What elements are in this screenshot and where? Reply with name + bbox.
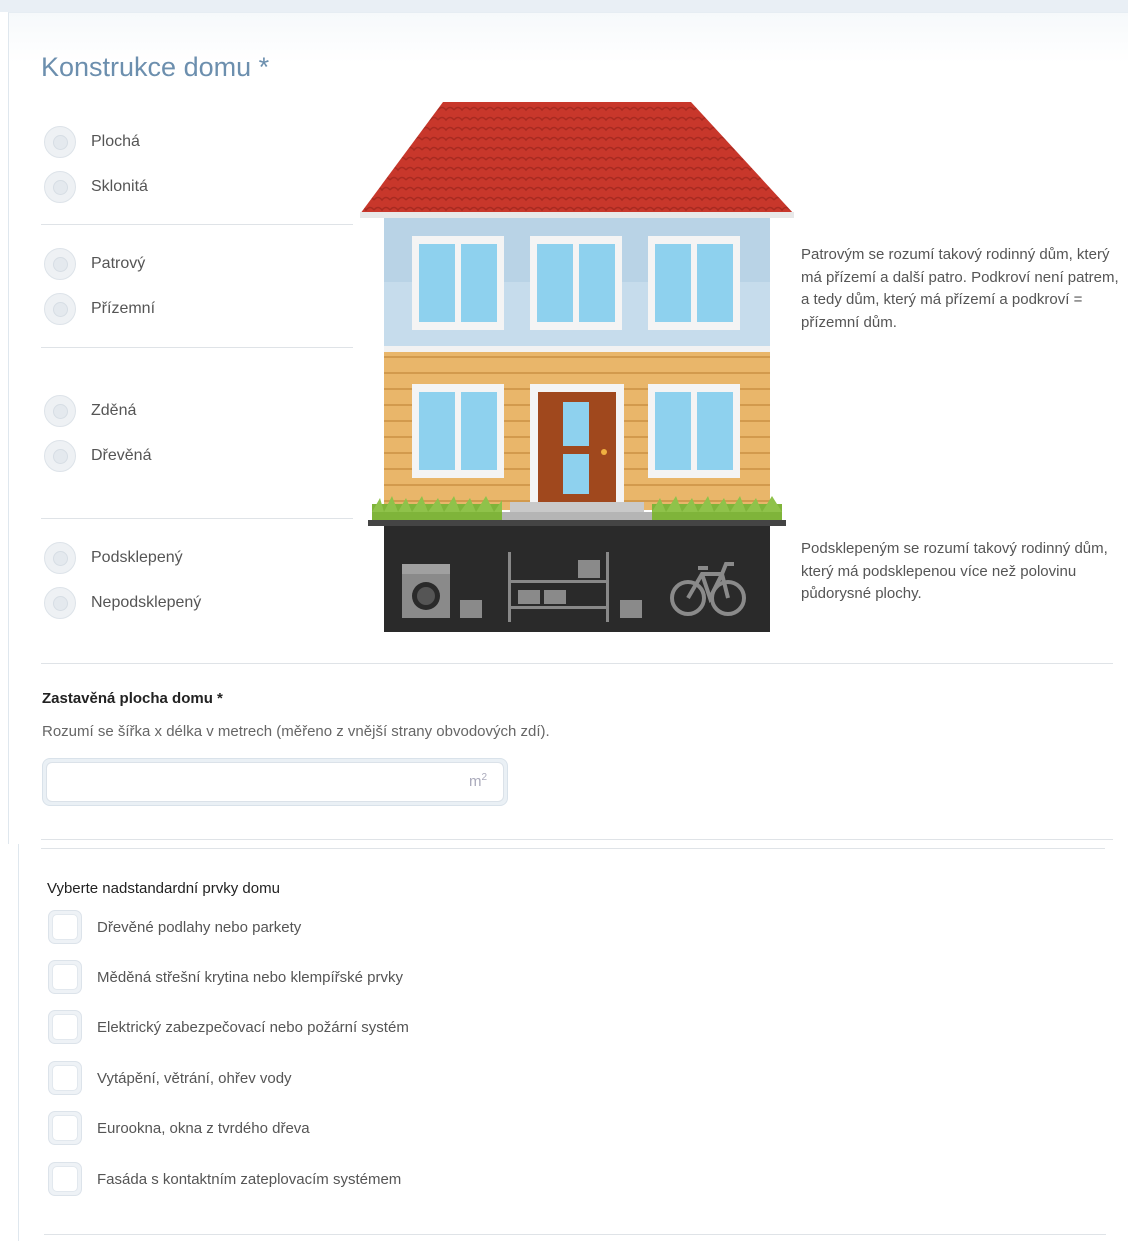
radio-dot bbox=[52, 403, 68, 419]
radio-label: Přízemní bbox=[91, 300, 156, 317]
checkbox-row-facade[interactable]: Fasáda s kontaktním zateplovacím systéme… bbox=[48, 1162, 401, 1196]
checkbox-inner bbox=[52, 1065, 78, 1091]
checkbox-row-windows[interactable]: Eurookna, okna z tvrdého dřeva bbox=[48, 1111, 310, 1145]
radio-dot bbox=[52, 256, 68, 272]
radio-button[interactable] bbox=[44, 248, 76, 280]
checkbox-label: Dřevěné podlahy nebo parkety bbox=[97, 918, 302, 936]
checkbox-label: Měděná střešní krytina nebo klempířské p… bbox=[97, 968, 403, 986]
area-field-wrapper: m2 bbox=[42, 758, 508, 806]
radio-material-brick[interactable]: Zděná bbox=[44, 394, 136, 428]
box-icon bbox=[460, 600, 482, 618]
radio-material-wood[interactable]: Dřevěná bbox=[44, 439, 151, 473]
radio-button[interactable] bbox=[44, 440, 76, 472]
roof bbox=[360, 102, 794, 214]
checkbox[interactable] bbox=[48, 1010, 82, 1044]
radio-basement-no[interactable]: Nepodsklepený bbox=[44, 586, 201, 620]
checkbox-row-security-system[interactable]: Elektrický zabezpečovací nebo požární sy… bbox=[48, 1010, 409, 1044]
checkbox-inner bbox=[52, 1166, 78, 1192]
box-icon bbox=[620, 600, 642, 618]
radio-basement-yes[interactable]: Podsklepený bbox=[44, 541, 183, 575]
radio-button[interactable] bbox=[44, 126, 76, 158]
area-unit: m2 bbox=[468, 772, 487, 790]
checkbox-label: Fasáda s kontaktním zateplovacím systéme… bbox=[97, 1170, 402, 1188]
divider bbox=[44, 1234, 1106, 1235]
radio-button[interactable] bbox=[44, 171, 76, 203]
radio-roof-flat[interactable]: Plochá bbox=[44, 125, 140, 159]
checkbox-row-copper-roof[interactable]: Měděná střešní krytina nebo klempířské p… bbox=[48, 960, 403, 994]
checkbox-inner bbox=[52, 1115, 78, 1141]
checkbox-inner bbox=[52, 1014, 78, 1040]
divider bbox=[41, 839, 1113, 840]
checkbox-label: Eurookna, okna z tvrdého dřeva bbox=[97, 1119, 310, 1137]
radio-dot bbox=[52, 301, 68, 317]
radio-button[interactable] bbox=[44, 587, 76, 619]
radio-dot bbox=[52, 448, 68, 464]
radio-label: Dřevěná bbox=[91, 447, 152, 464]
floors-description: Patrovým se rozumí takový rodinný dům, k… bbox=[801, 246, 1119, 331]
radio-dot bbox=[52, 179, 68, 195]
radio-button[interactable] bbox=[44, 293, 76, 325]
section-title: Konstrukce domu * bbox=[41, 52, 270, 82]
radio-label: Plochá bbox=[91, 133, 140, 150]
divider bbox=[41, 518, 353, 519]
divider bbox=[41, 224, 353, 225]
top-band bbox=[0, 0, 1128, 12]
extras-title: Vyberte nadstandardní prvky domu bbox=[47, 880, 280, 897]
radio-dot bbox=[52, 550, 68, 566]
radio-floors-ground[interactable]: Přízemní bbox=[44, 292, 155, 326]
checkbox[interactable] bbox=[48, 1061, 82, 1095]
checkbox-row-wooden-floors[interactable]: Dřevěné podlahy nebo parkety bbox=[48, 910, 301, 944]
checkbox[interactable] bbox=[48, 1111, 82, 1145]
area-help: Rozumí se šířka x délka v metrech (měřen… bbox=[42, 723, 550, 740]
checkbox[interactable] bbox=[48, 1162, 82, 1196]
area-label: Zastavěná plocha domu * bbox=[42, 690, 223, 707]
radio-label: Podsklepený bbox=[91, 549, 183, 566]
checkbox[interactable] bbox=[48, 960, 82, 994]
checkbox-label: Vytápění, větrání, ohřev vody bbox=[97, 1069, 292, 1087]
divider bbox=[41, 663, 1113, 664]
radio-label: Nepodsklepený bbox=[91, 594, 202, 611]
checkbox-inner bbox=[52, 914, 78, 940]
checkbox-row-heating[interactable]: Vytápění, větrání, ohřev vody bbox=[48, 1061, 292, 1095]
radio-dot bbox=[52, 595, 68, 611]
radio-roof-sloped[interactable]: Sklonitá bbox=[44, 170, 148, 204]
checkbox-label: Elektrický zabezpečovací nebo požární sy… bbox=[97, 1018, 409, 1036]
checkbox-inner bbox=[52, 964, 78, 990]
door bbox=[530, 384, 624, 502]
washing-machine-icon bbox=[402, 564, 450, 618]
radio-button[interactable] bbox=[44, 395, 76, 427]
radio-button[interactable] bbox=[44, 542, 76, 574]
house-illustration bbox=[360, 102, 794, 632]
radio-label: Patrový bbox=[91, 255, 146, 272]
radio-label: Zděná bbox=[91, 402, 137, 419]
checkbox[interactable] bbox=[48, 910, 82, 944]
divider bbox=[41, 347, 353, 348]
radio-floors-storey[interactable]: Patrový bbox=[44, 247, 145, 281]
basement-description: Podsklepeným se rozumí takový rodinný dů… bbox=[801, 540, 1108, 602]
divider bbox=[41, 848, 1105, 849]
radio-label: Sklonitá bbox=[91, 178, 148, 195]
area-input[interactable] bbox=[46, 762, 504, 802]
radio-dot bbox=[52, 134, 68, 150]
upper-windows bbox=[412, 236, 740, 330]
